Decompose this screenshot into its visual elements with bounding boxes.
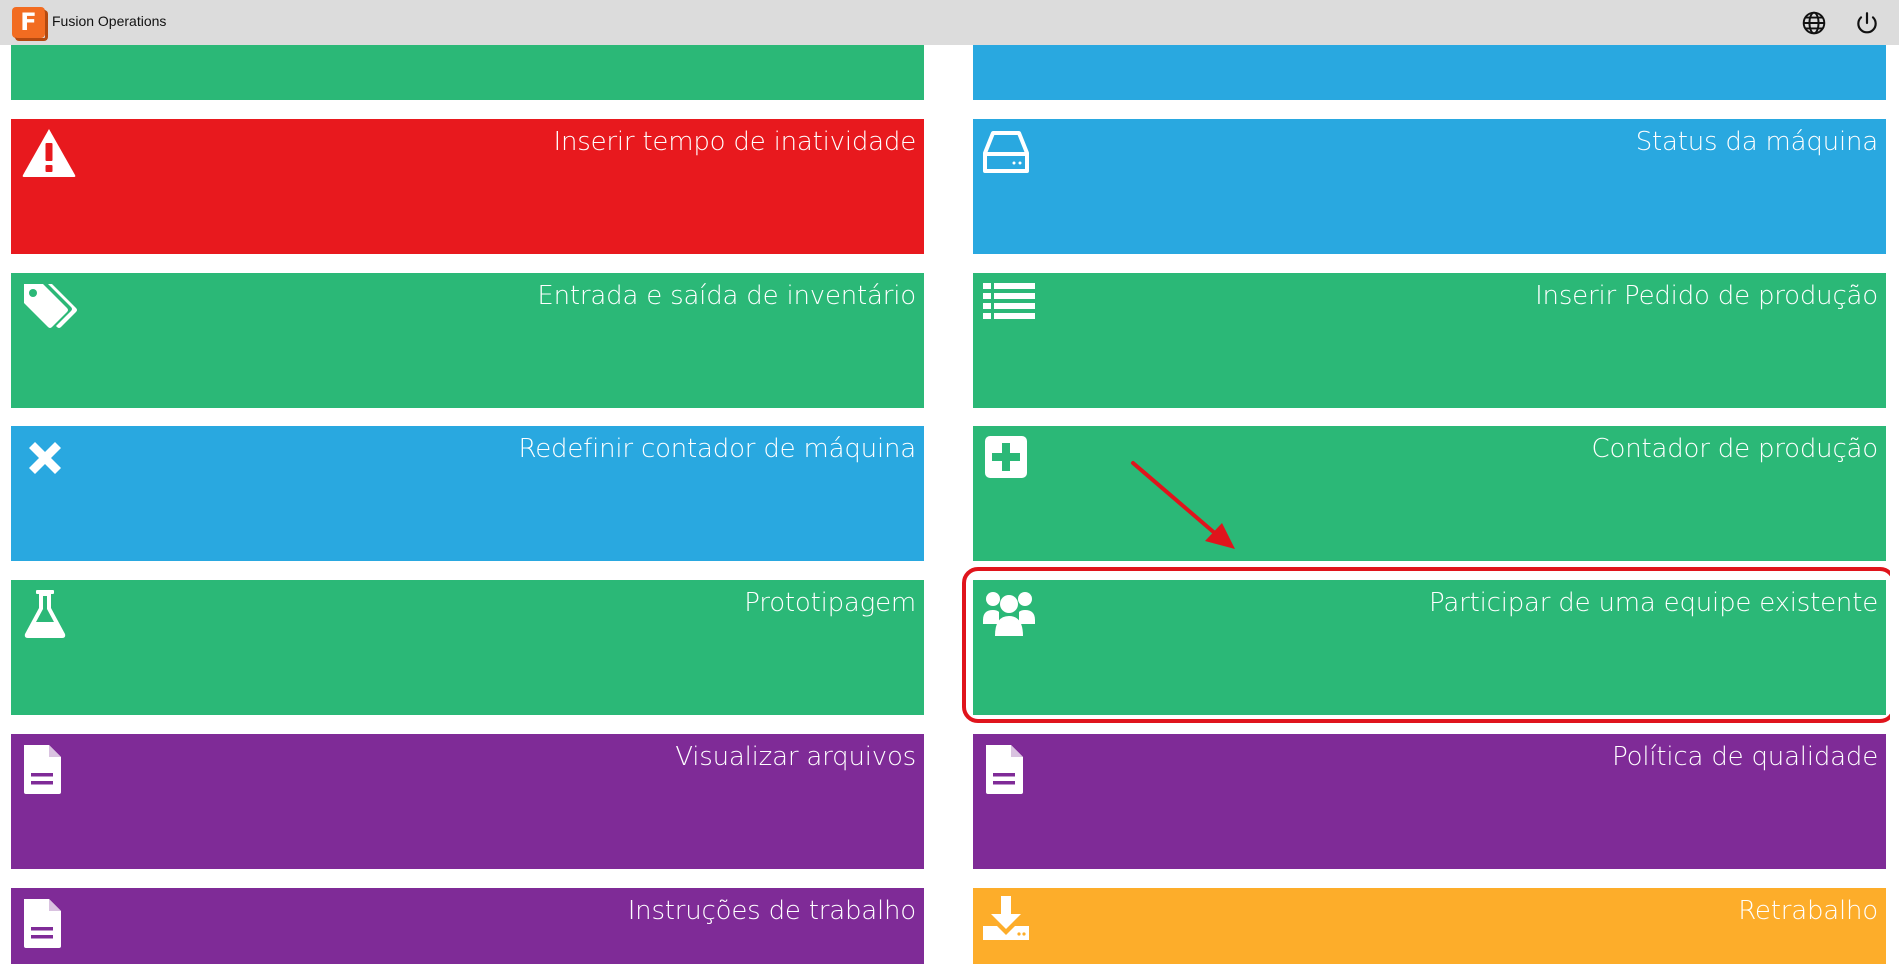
tile-label: Instruções de trabalho (627, 896, 916, 926)
tile-status-da-maquina[interactable]: Status da máquina (973, 119, 1886, 254)
plus-square-icon (985, 436, 1027, 478)
close-icon (29, 442, 61, 474)
document-icon (24, 899, 61, 948)
app-logo: F (12, 7, 48, 41)
tile-right-partial[interactable] (973, 45, 1886, 100)
warning-icon (22, 129, 76, 177)
globe-icon[interactable] (1801, 10, 1827, 36)
tile-label: Visualizar arquivos (675, 742, 916, 772)
tile-left-partial[interactable] (11, 45, 924, 100)
list-icon (983, 283, 1035, 319)
title-bar: F Fusion Operations (0, 0, 1899, 45)
tile-visualizar-arquivos[interactable]: Visualizar arquivos (11, 734, 924, 869)
tile-redefinir-contador-de-maquina[interactable]: Redefinir contador de máquina (11, 426, 924, 561)
tile-label: Inserir tempo de inatividade (553, 127, 916, 157)
document-icon (986, 745, 1023, 794)
flask-icon (24, 590, 66, 638)
tile-label: Inserir Pedido de produção (1535, 281, 1878, 311)
tile-label: Redefinir contador de máquina (518, 434, 917, 464)
app-title: Fusion Operations (52, 13, 167, 29)
tile-inserir-pedido-de-producao[interactable]: Inserir Pedido de produção (973, 273, 1886, 408)
right-margin (1890, 45, 1899, 964)
tile-retrabalho[interactable]: Retrabalho (973, 888, 1886, 964)
tags-icon (24, 284, 77, 328)
tile-label: Prototipagem (744, 588, 916, 618)
tile-politica-de-qualidade[interactable]: Política de qualidade (973, 734, 1886, 869)
tile-label: Política de qualidade (1612, 742, 1878, 772)
tile-label: Retrabalho (1738, 896, 1878, 926)
tile-prototipagem[interactable]: Prototipagem (11, 580, 924, 715)
tile-label: Status da máquina (1635, 127, 1878, 157)
tile-inserir-tempo-de-inatividade[interactable]: Inserir tempo de inatividade (11, 119, 924, 254)
tile-participar-de-uma-equipe-existente[interactable]: Participar de uma equipe existente (973, 580, 1886, 715)
tile-label: Participar de uma equipe existente (1429, 588, 1878, 618)
tile-entrada-e-saida-de-inventario[interactable]: Entrada e saída de inventário (11, 273, 924, 408)
download-icon (983, 896, 1029, 940)
tile-label: Contador de produção (1591, 434, 1879, 464)
tile-contador-de-producao[interactable]: Contador de produção (973, 426, 1886, 561)
users-icon (983, 592, 1035, 636)
tile-instrucoes-de-trabalho[interactable]: Instruções de trabalho (11, 888, 924, 964)
tile-label: Entrada e saída de inventário (537, 281, 916, 311)
hard-drive-icon (983, 131, 1029, 173)
document-icon (24, 745, 61, 794)
power-icon[interactable] (1854, 10, 1880, 36)
